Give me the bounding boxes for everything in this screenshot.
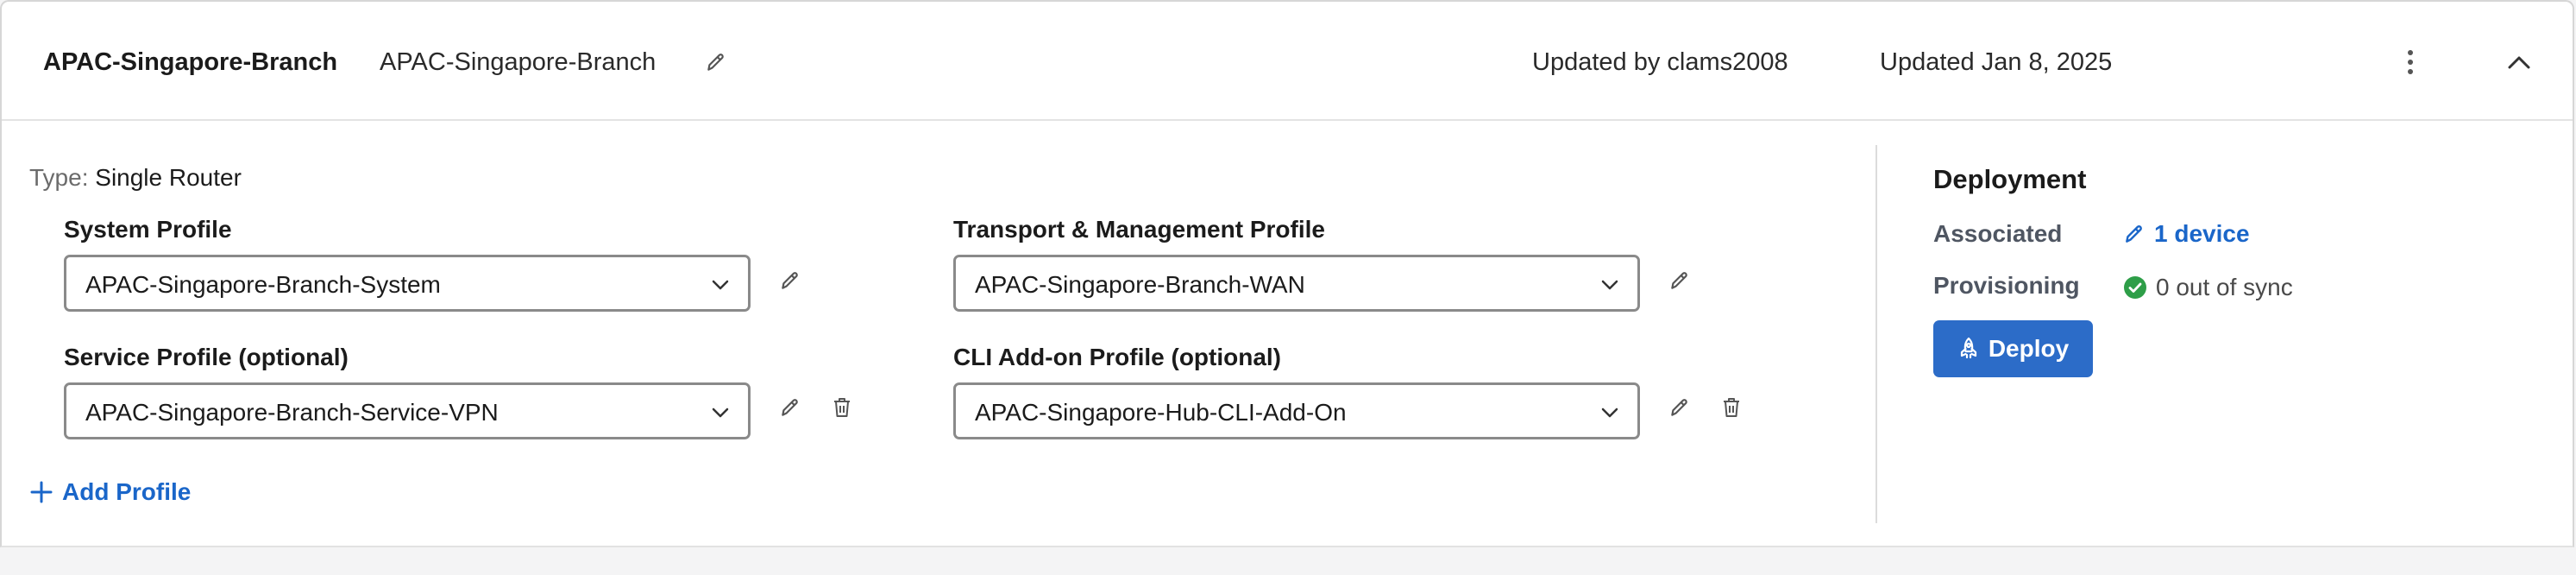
plus-icon [30, 481, 53, 503]
check-circle-icon [2124, 276, 2146, 299]
header-divider [2, 119, 2573, 121]
config-group-title: APAC-Singapore-Branch [43, 48, 338, 76]
config-group-name: APAC-Singapore-Branch [380, 48, 657, 76]
add-profile-label: Add Profile [62, 478, 192, 505]
associated-value: 1 device [2154, 220, 2250, 247]
associated-devices-link[interactable]: 1 device [2123, 218, 2250, 250]
service-profile-select[interactable]: APAC-Singapore-Branch-Service-VPN [64, 382, 751, 439]
edit-name-button[interactable] [701, 47, 732, 78]
chevron-up-icon [2508, 56, 2530, 69]
edit-service-profile-button[interactable] [775, 392, 806, 423]
chevron-down-icon [1601, 408, 1618, 418]
chevron-down-icon [712, 280, 729, 290]
type-value: Single Router [95, 164, 242, 191]
transport-profile-value: APAC-Singapore-Branch-WAN [975, 271, 1305, 298]
edit-cli-profile-button[interactable] [1664, 392, 1695, 423]
more-vertical-icon [2408, 50, 2413, 74]
more-options-button[interactable] [2395, 43, 2426, 81]
delete-service-profile-button[interactable] [826, 392, 858, 423]
config-group-card: APAC-Singapore-Branch APAC-Singapore-Bra… [0, 0, 2574, 547]
updated-by-text: Updated by clams2008 [1532, 48, 1788, 76]
associated-label: Associated [1933, 220, 2063, 247]
provisioning-status: 0 out of sync [2123, 272, 2293, 303]
collapse-button[interactable] [2502, 47, 2536, 78]
trash-icon [1724, 398, 1739, 417]
rocket-icon [1960, 337, 1976, 359]
type-label: Type: [29, 164, 89, 191]
chevron-down-icon [1601, 280, 1618, 290]
pencil-icon [782, 399, 798, 416]
type-line: Type: Single Router [29, 161, 242, 194]
transport-profile-select[interactable]: APAC-Singapore-Branch-WAN [953, 255, 1640, 312]
pencil-icon [707, 54, 724, 71]
deploy-label: Deploy [1988, 335, 2070, 362]
system-profile-value: APAC-Singapore-Branch-System [85, 271, 441, 298]
edit-system-profile-button[interactable] [775, 265, 806, 296]
chevron-down-icon [712, 408, 729, 418]
trash-icon [834, 398, 850, 417]
system-profile-label: System Profile [64, 216, 232, 243]
pencil-icon [2126, 225, 2142, 243]
edit-transport-profile-button[interactable] [1664, 265, 1695, 296]
delete-cli-profile-button[interactable] [1716, 392, 1747, 423]
deployment-title: Deployment [1933, 164, 2087, 194]
service-profile-label: Service Profile (optional) [64, 344, 349, 370]
add-profile-button[interactable]: Add Profile [29, 477, 191, 508]
provisioning-value: 0 out of sync [2156, 274, 2293, 300]
cli-profile-value: APAC-Singapore-Hub-CLI-Add-On [975, 399, 1347, 426]
cli-profile-label: CLI Add-on Profile (optional) [953, 344, 1282, 370]
cli-profile-select[interactable]: APAC-Singapore-Hub-CLI-Add-On [953, 382, 1640, 439]
pencil-icon [1671, 399, 1687, 416]
panel-divider [1875, 145, 1877, 523]
pencil-icon [1671, 272, 1687, 289]
updated-date-text: Updated Jan 8, 2025 [1880, 48, 2113, 76]
deploy-button[interactable]: Deploy [1933, 320, 2093, 377]
provisioning-label: Provisioning [1933, 272, 2080, 299]
system-profile-select[interactable]: APAC-Singapore-Branch-System [64, 255, 751, 312]
pencil-icon [782, 272, 798, 289]
transport-profile-label: Transport & Management Profile [953, 216, 1325, 243]
service-profile-value: APAC-Singapore-Branch-Service-VPN [85, 399, 499, 426]
